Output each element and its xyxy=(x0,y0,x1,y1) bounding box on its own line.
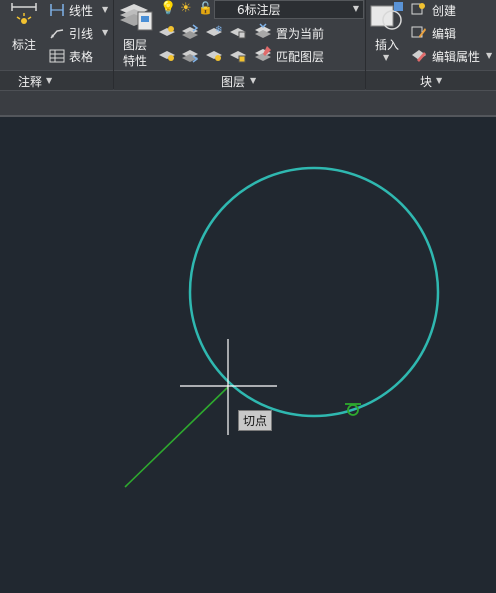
layer-tool-freeze-icon[interactable]: ❄ xyxy=(205,24,223,40)
drawing-canvas[interactable] xyxy=(0,117,496,589)
create-label[interactable]: 创建 xyxy=(432,2,456,19)
layer-tool-unlock-icon[interactable] xyxy=(229,47,247,63)
edit-attributes-label[interactable]: 编辑属性 xyxy=(432,48,480,65)
edit-block-icon[interactable] xyxy=(411,24,427,40)
layer-on-icon[interactable]: 💡 xyxy=(160,1,176,16)
insert-label[interactable]: 插入 xyxy=(375,36,399,53)
current-layer-name: 6标注层 xyxy=(237,3,281,17)
match-layer-icon[interactable] xyxy=(254,45,272,63)
insert-dropdown-arrow[interactable]: ▼ xyxy=(383,53,389,62)
layers-panel-label[interactable]: 图层 xyxy=(221,73,245,90)
layer-tool-thaw-all-icon[interactable] xyxy=(205,47,223,63)
layer-properties-label-line1[interactable]: 图层 xyxy=(123,36,147,53)
dimension-label[interactable]: 标注 xyxy=(12,36,36,53)
layer-dropdown-arrow[interactable]: ▼ xyxy=(353,4,359,13)
layer-properties-icon[interactable] xyxy=(118,0,154,32)
leader-label[interactable]: 引线 xyxy=(69,25,93,42)
block-panel-footer[interactable]: 块 ▼ xyxy=(366,70,496,90)
layer-tool-merge-icon[interactable] xyxy=(181,47,199,63)
ribbon: 标注 线性 ▼ 引线 ▼ 表格 注释 ▼ 图层 特性 💡 ☀ 🔓 6标注层 ▼ … xyxy=(0,0,496,90)
layer-properties-label-line2[interactable]: 特性 xyxy=(123,52,147,69)
layers-panel-footer[interactable]: 图层 ▼ xyxy=(114,70,365,90)
linear-label[interactable]: 线性 xyxy=(69,2,93,19)
table-label[interactable]: 表格 xyxy=(69,48,93,65)
edit-attributes-icon[interactable] xyxy=(411,47,427,63)
layer-tool-lock-icon[interactable] xyxy=(229,24,247,40)
linear-dimension-icon[interactable] xyxy=(49,2,65,16)
annotation-panel-footer[interactable]: 注释 ▼ xyxy=(0,70,113,90)
layer-unlock-icon[interactable]: 🔓 xyxy=(198,1,213,15)
layer-thaw-icon[interactable]: ☀ xyxy=(180,1,192,16)
layers-panel-arrow[interactable]: ▼ xyxy=(250,76,256,85)
snap-tooltip: 切点 xyxy=(238,410,273,431)
layer-tool-previous-icon[interactable] xyxy=(181,24,199,40)
block-panel-label[interactable]: 块 xyxy=(420,73,432,90)
create-block-icon[interactable] xyxy=(411,1,427,17)
leader-dropdown-arrow[interactable]: ▼ xyxy=(102,28,108,37)
match-layer-label[interactable]: 匹配图层 xyxy=(276,48,324,65)
dimension-icon[interactable] xyxy=(10,3,38,31)
drawing-svg xyxy=(124,166,440,488)
drawn-line[interactable] xyxy=(124,386,229,488)
set-current-label[interactable]: 置为当前 xyxy=(276,25,324,42)
layer-tool-walk-icon[interactable] xyxy=(158,47,176,63)
annotation-panel-arrow[interactable]: ▼ xyxy=(46,76,52,85)
table-icon[interactable] xyxy=(49,48,65,63)
leader-icon[interactable] xyxy=(49,25,65,39)
linear-dropdown-arrow[interactable]: ▼ xyxy=(102,5,108,14)
layer-dropdown[interactable]: 6标注层 ▼ xyxy=(214,0,364,19)
edit-attributes-dropdown-arrow[interactable]: ▼ xyxy=(486,51,492,60)
layer-tool-isolate-icon[interactable] xyxy=(158,24,176,40)
file-tab-strip xyxy=(0,90,496,117)
insert-block-icon[interactable] xyxy=(370,2,404,32)
drawn-circle[interactable] xyxy=(188,166,440,418)
edit-label[interactable]: 编辑 xyxy=(432,25,456,42)
block-panel-arrow[interactable]: ▼ xyxy=(436,76,442,85)
set-current-icon[interactable] xyxy=(254,22,272,40)
svg-text:❄: ❄ xyxy=(215,25,223,35)
annotation-panel-label[interactable]: 注释 xyxy=(18,73,42,90)
